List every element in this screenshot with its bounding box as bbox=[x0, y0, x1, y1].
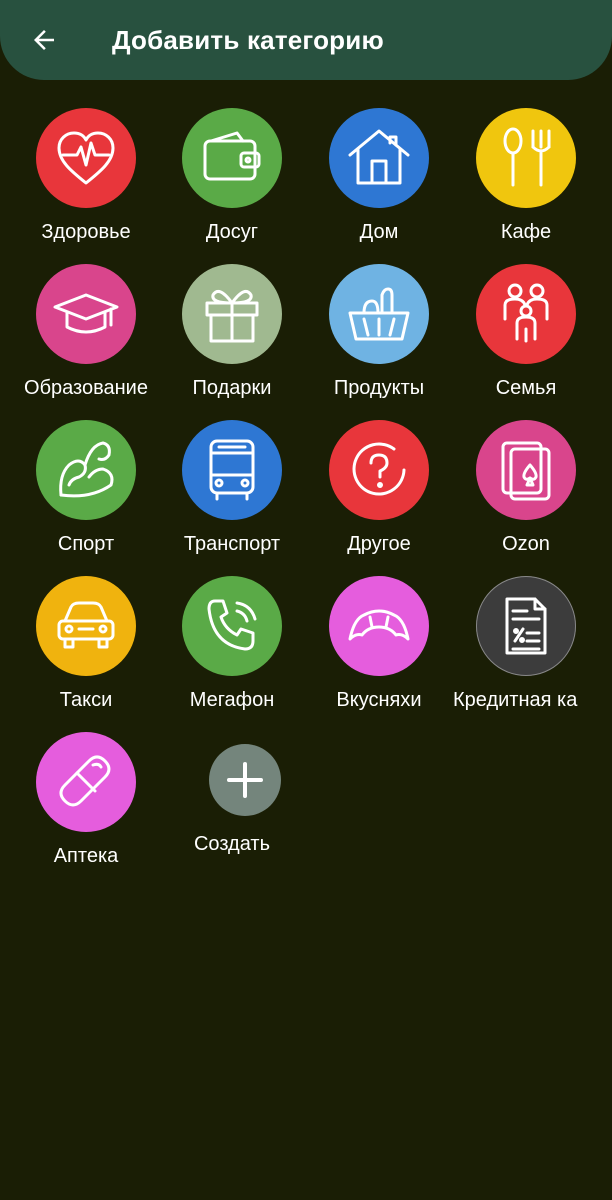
category-pharmacy-circle bbox=[36, 732, 136, 832]
pill-icon bbox=[59, 755, 111, 807]
category-other-circle bbox=[329, 420, 429, 520]
create-category-circle[interactable] bbox=[209, 744, 281, 816]
gift-icon bbox=[205, 289, 259, 343]
category-ozon[interactable]: Ozon bbox=[453, 420, 599, 560]
category-megafon[interactable]: Мегафон bbox=[159, 576, 305, 716]
muscle-arm-icon bbox=[59, 441, 114, 498]
category-health-circle bbox=[36, 108, 136, 208]
category-groceries[interactable]: Продукты bbox=[306, 264, 452, 404]
category-education-circle bbox=[36, 264, 136, 364]
category-label: Кредитная ка bbox=[453, 689, 578, 711]
document-percent-icon bbox=[505, 597, 547, 655]
graduation-cap-icon bbox=[53, 293, 119, 334]
category-home[interactable]: Дом bbox=[306, 108, 452, 248]
category-family[interactable]: Семья bbox=[453, 264, 599, 404]
category-gifts[interactable]: Подарки bbox=[159, 264, 305, 404]
category-credit-card[interactable]: Кредитная ка bbox=[453, 576, 599, 716]
category-label: Кафе bbox=[500, 221, 552, 243]
grocery-basket-icon bbox=[348, 287, 410, 341]
category-cafe-circle bbox=[476, 108, 576, 208]
category-treats-circle bbox=[329, 576, 429, 676]
wallet-icon bbox=[203, 131, 261, 181]
category-groceries-circle bbox=[329, 264, 429, 364]
category-cafe[interactable]: Кафе bbox=[453, 108, 599, 248]
playing-cards-icon bbox=[501, 441, 551, 501]
heart-pulse-icon bbox=[57, 131, 115, 185]
category-sport-circle bbox=[36, 420, 136, 520]
category-education[interactable]: Образование bbox=[13, 264, 159, 404]
bus-icon bbox=[209, 439, 255, 501]
family-icon bbox=[503, 283, 549, 343]
category-transport-circle bbox=[182, 420, 282, 520]
create-category-label: Создать bbox=[193, 833, 270, 855]
category-taxi-circle bbox=[36, 576, 136, 676]
category-label: Ozon bbox=[502, 533, 550, 555]
category-gifts-circle bbox=[182, 264, 282, 364]
create-category[interactable]: Создать bbox=[159, 732, 305, 872]
category-other[interactable]: Другое bbox=[306, 420, 452, 560]
house-icon bbox=[348, 129, 410, 185]
category-leisure[interactable]: Досуг bbox=[159, 108, 305, 248]
category-pharmacy[interactable]: Аптека bbox=[13, 732, 159, 872]
croissant-icon bbox=[348, 609, 410, 641]
category-leisure-circle bbox=[182, 108, 282, 208]
category-label: Вкусняхи bbox=[336, 689, 422, 711]
category-taxi[interactable]: Такси bbox=[13, 576, 159, 716]
spoon-fork-icon bbox=[503, 127, 551, 187]
question-icon bbox=[352, 442, 406, 496]
plus-icon bbox=[227, 762, 263, 798]
category-treats[interactable]: Вкусняхи bbox=[306, 576, 452, 716]
category-ozon-circle bbox=[476, 420, 576, 520]
category-family-circle bbox=[476, 264, 576, 364]
category-megafon-circle bbox=[182, 576, 282, 676]
category-credit-card-circle bbox=[476, 576, 576, 676]
category-sport[interactable]: Спорт bbox=[13, 420, 159, 560]
category-grid: Здоровье Досуг Дом Кафе Образование Пода… bbox=[0, 0, 612, 1200]
category-label: Семья bbox=[495, 377, 557, 399]
category-health[interactable]: Здоровье bbox=[13, 108, 159, 248]
category-home-circle bbox=[329, 108, 429, 208]
phone-icon bbox=[207, 599, 257, 651]
taxi-car-icon bbox=[57, 601, 115, 649]
category-transport[interactable]: Транспорт bbox=[159, 420, 305, 560]
